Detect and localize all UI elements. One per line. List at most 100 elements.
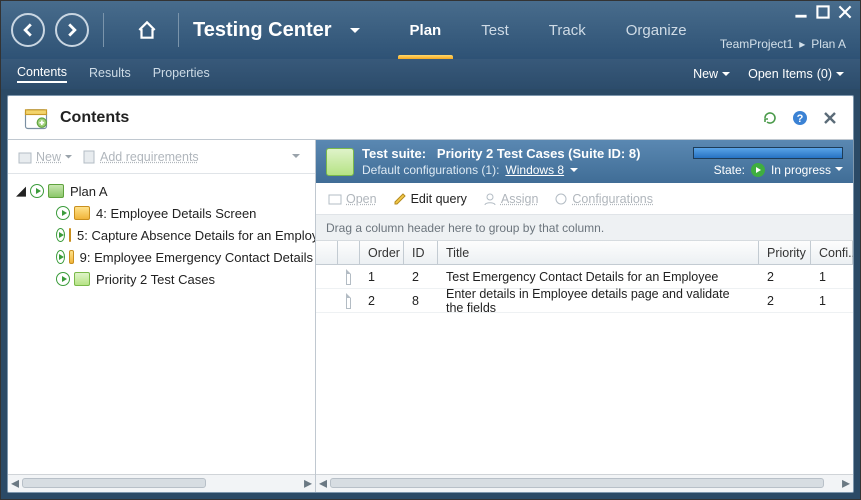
open-button[interactable]: Open — [328, 192, 377, 206]
minimize-button[interactable] — [794, 5, 808, 19]
title-bar: Testing Center Plan Test Track Organize … — [1, 1, 860, 59]
run-icon — [56, 206, 70, 220]
grid-row[interactable]: 1 2 Test Emergency Contact Details for a… — [316, 265, 853, 289]
col-icon[interactable] — [338, 241, 360, 264]
config-link[interactable]: Windows 8 — [505, 163, 564, 177]
configurations-button[interactable]: Configurations — [554, 192, 653, 206]
document-icon — [346, 293, 351, 309]
suite-icon — [69, 228, 71, 242]
cell-config: 1 — [811, 294, 853, 308]
tree-item[interactable]: 4: Employee Details Screen — [10, 202, 313, 224]
tree-item[interactable]: 9: Employee Emergency Contact Details — [10, 246, 313, 268]
chevron-down-icon — [835, 167, 843, 172]
chevron-down-icon — [722, 72, 730, 77]
assign-button[interactable]: Assign — [483, 192, 539, 206]
test-case-grid: Order ID Title Priority Confi... 1 2 Tes… — [316, 241, 853, 474]
grid-header: Order ID Title Priority Confi... — [316, 241, 853, 265]
query-suite-icon — [74, 272, 90, 286]
new-label: New — [36, 150, 61, 164]
chevron-down-icon[interactable] — [570, 168, 578, 173]
tab-label: Organize — [626, 22, 687, 39]
new-label: New — [693, 67, 718, 81]
tab-test[interactable]: Test — [461, 1, 529, 59]
subtab-label: Properties — [153, 66, 210, 80]
scroll-right-icon[interactable]: ▸ — [840, 477, 852, 489]
tree-item-selected[interactable]: Priority 2 Test Cases — [10, 268, 313, 290]
scroll-left-icon[interactable]: ◂ — [317, 477, 329, 489]
svg-text:?: ? — [797, 113, 804, 125]
tab-label: Test — [481, 22, 509, 39]
state-label: State: — [714, 163, 745, 177]
help-icon[interactable]: ? — [791, 109, 809, 127]
tree-item-label: 4: Employee Details Screen — [96, 206, 256, 221]
add-requirements-button[interactable]: Add requirements — [82, 150, 199, 164]
tab-label: Plan — [410, 22, 442, 39]
collapse-icon[interactable]: ◢ — [16, 183, 26, 199]
col-priority[interactable]: Priority — [759, 241, 811, 264]
close-button[interactable] — [838, 5, 852, 19]
back-button[interactable] — [11, 13, 45, 47]
scroll-right-icon[interactable]: ▸ — [302, 477, 314, 489]
new-dropdown[interactable]: New — [693, 67, 730, 81]
right-hscrollbar[interactable]: ◂ ▸ — [316, 474, 853, 492]
group-by-header[interactable]: Drag a column header here to group by th… — [316, 215, 853, 241]
run-icon — [56, 272, 70, 286]
refresh-icon[interactable] — [761, 109, 779, 127]
subtab-properties[interactable]: Properties — [153, 66, 210, 82]
tree-root[interactable]: ◢ Plan A — [10, 180, 313, 202]
state-dropdown[interactable]: In progress — [771, 163, 843, 177]
cell-title: Test Emergency Contact Details for an Em… — [438, 270, 759, 284]
close-panel-icon[interactable] — [821, 109, 839, 127]
open-items-count: (0) — [817, 67, 832, 81]
open-items-dropdown[interactable]: Open Items (0) — [748, 67, 844, 81]
app-dropdown[interactable] — [350, 21, 360, 39]
col-id[interactable]: ID — [404, 241, 438, 264]
progress-bar — [693, 147, 843, 159]
open-icon — [328, 192, 342, 206]
maximize-button[interactable] — [816, 5, 830, 19]
scroll-thumb[interactable] — [330, 478, 824, 488]
tab-plan[interactable]: Plan — [390, 1, 462, 59]
subtab-contents[interactable]: Contents — [17, 65, 67, 83]
scroll-left-icon[interactable]: ◂ — [9, 477, 21, 489]
edit-icon — [393, 192, 407, 206]
cell-priority: 2 — [759, 270, 811, 284]
tab-organize[interactable]: Organize — [606, 1, 707, 59]
breadcrumb-plan[interactable]: Plan A — [811, 37, 846, 51]
cell-priority: 2 — [759, 294, 811, 308]
left-hscrollbar[interactable]: ◂ ▸ — [8, 474, 315, 492]
config-label: Default configurations (1): — [362, 163, 499, 177]
state-block: State: In progress — [693, 147, 843, 177]
scroll-thumb[interactable] — [22, 478, 206, 488]
grid-row[interactable]: 2 8 Enter details in Employee details pa… — [316, 289, 853, 313]
tab-track[interactable]: Track — [529, 1, 606, 59]
col-order[interactable]: Order — [360, 241, 404, 264]
subtab-label: Results — [89, 66, 131, 80]
forward-button[interactable] — [55, 13, 89, 47]
edit-query-label: Edit query — [411, 192, 467, 206]
home-button[interactable] — [130, 13, 164, 47]
col-title[interactable]: Title — [438, 241, 759, 264]
left-pane: New Add requirements ◢ Plan A — [8, 140, 316, 492]
app-title: Testing Center — [193, 19, 332, 42]
run-icon — [30, 184, 44, 198]
cell-title: Enter details in Employee details page a… — [438, 287, 759, 315]
new-suite-button[interactable]: New — [18, 150, 72, 164]
cell-order: 1 — [360, 270, 404, 284]
breadcrumb-project[interactable]: TeamProject1 — [720, 37, 793, 51]
separator — [178, 13, 179, 47]
plan-icon — [48, 184, 64, 198]
left-toolbar: New Add requirements — [8, 140, 315, 174]
breadcrumb: TeamProject1 ▸ Plan A — [720, 37, 846, 51]
tree-overflow-icon[interactable] — [287, 148, 305, 166]
col-config[interactable]: Confi... — [811, 241, 853, 264]
right-toolbar: Open Edit query Assign Configurations — [316, 183, 853, 215]
row-icon — [338, 293, 360, 309]
edit-query-button[interactable]: Edit query — [393, 192, 467, 206]
state-play-icon — [751, 163, 765, 177]
subtab-results[interactable]: Results — [89, 66, 131, 82]
col-draghandle[interactable] — [316, 241, 338, 264]
suite-icon — [69, 250, 74, 264]
chevron-down-icon — [65, 155, 72, 159]
tree-item[interactable]: 5: Capture Absence Details for an Employ… — [10, 224, 313, 246]
